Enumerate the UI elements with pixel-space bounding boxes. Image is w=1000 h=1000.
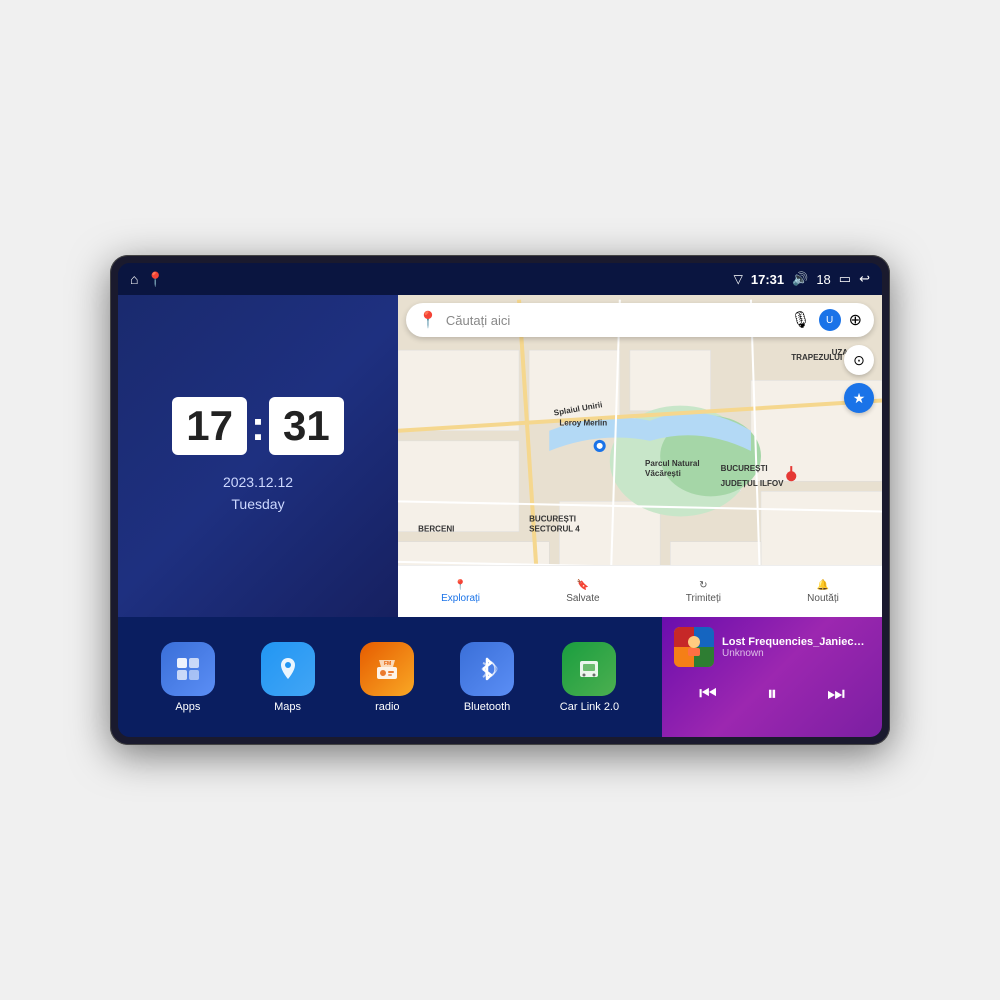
radio-icon: FM: [360, 642, 414, 696]
app-item-radio[interactable]: FM radio: [360, 642, 414, 713]
app-label-maps: Maps: [274, 701, 301, 713]
nav-item-send[interactable]: ↻ Trimiteți: [686, 580, 721, 604]
music-controls: ⏮ ⏸ ⏭: [674, 679, 870, 710]
explore-icon: 📍: [454, 580, 466, 591]
map-pin-icon: 📍: [418, 310, 438, 330]
music-thumbnail: [674, 627, 714, 667]
day-value: Tuesday: [223, 493, 293, 515]
nav-label-saved: Salvate: [566, 593, 599, 604]
music-artist: Unknown: [722, 648, 870, 659]
carlink-icon: [562, 642, 616, 696]
search-placeholder: Căutați aici: [446, 313, 782, 328]
maps-icon: [261, 642, 315, 696]
volume-level: 18: [816, 272, 830, 287]
app-item-carlink[interactable]: Car Link 2.0: [560, 642, 619, 713]
svg-text:Parcul Natural: Parcul Natural: [645, 459, 700, 468]
music-top: Lost Frequencies_Janieck Devy-... Unknow…: [674, 627, 870, 667]
layer-icon[interactable]: ⊕: [849, 310, 862, 330]
svg-text:Văcărești: Văcărești: [645, 469, 681, 478]
top-section: 17 : 31 2023.12.12 Tuesday: [118, 295, 882, 617]
apps-icon: [161, 642, 215, 696]
apps-panel: Apps Maps: [118, 617, 662, 737]
time-display: 17:31: [751, 272, 784, 287]
svg-text:FM: FM: [384, 661, 391, 667]
clock-minutes: 31: [269, 397, 344, 455]
maps-status-icon[interactable]: 📍: [146, 271, 163, 288]
avatar-icon[interactable]: U: [819, 309, 841, 331]
app-item-apps[interactable]: Apps: [161, 642, 215, 713]
music-title: Lost Frequencies_Janieck Devy-...: [722, 636, 870, 648]
nav-item-news[interactable]: 🔔 Noutăți: [807, 580, 839, 604]
prev-button[interactable]: ⏮: [691, 679, 725, 710]
main-content: 17 : 31 2023.12.12 Tuesday: [118, 295, 882, 737]
saved-icon: 🔖: [577, 580, 589, 591]
bottom-section: Apps Maps: [118, 617, 882, 737]
map-search-bar[interactable]: 📍 Căutați aici 🎙 U ⊕: [406, 303, 874, 337]
mic-icon[interactable]: 🎙: [790, 310, 810, 330]
app-item-bluetooth[interactable]: Bluetooth: [460, 642, 514, 713]
clock-hours: 17: [172, 397, 247, 455]
map-panel[interactable]: BUCUREȘTI JUDEȚUL ILFOV TRAPEZULUI BERCE…: [398, 295, 882, 617]
clock-panel: 17 : 31 2023.12.12 Tuesday: [118, 295, 398, 617]
svg-text:JUDEȚUL ILFOV: JUDEȚUL ILFOV: [721, 479, 785, 488]
device-screen: ⌂ 📍 ▽ 17:31 🔊 18 ▭ ↩ 17 :: [118, 263, 882, 737]
news-icon: 🔔: [817, 580, 829, 591]
next-button[interactable]: ⏭: [819, 679, 853, 710]
app-label-carlink: Car Link 2.0: [560, 701, 619, 713]
nav-label-explore: Explorați: [441, 593, 480, 604]
date-value: 2023.12.12: [223, 471, 293, 493]
device-frame: ⌂ 📍 ▽ 17:31 🔊 18 ▭ ↩ 17 :: [110, 255, 890, 745]
navigate-button[interactable]: ★: [844, 383, 874, 413]
date-display: 2023.12.12 Tuesday: [223, 471, 293, 516]
play-pause-button[interactable]: ⏸: [759, 679, 785, 710]
app-label-radio: radio: [375, 701, 399, 713]
app-label-apps: Apps: [175, 701, 200, 713]
signal-icon: ▽: [734, 272, 743, 286]
app-label-bluetooth: Bluetooth: [464, 701, 510, 713]
clock-display: 17 : 31: [172, 397, 343, 455]
status-right-info: ▽ 17:31 🔊 18 ▭ ↩: [734, 271, 870, 287]
map-right-buttons: ⊙ ★: [844, 345, 874, 413]
music-panel: Lost Frequencies_Janieck Devy-... Unknow…: [662, 617, 882, 737]
map-nav-bar: 📍 Explorați 🔖 Salvate ↻ Trimiteți 🔔: [398, 565, 882, 617]
location-button[interactable]: ⊙: [844, 345, 874, 375]
app-item-maps[interactable]: Maps: [261, 642, 315, 713]
nav-label-news: Noutăți: [807, 593, 839, 604]
svg-text:BERCENI: BERCENI: [418, 525, 454, 534]
nav-item-explore[interactable]: 📍 Explorați: [441, 580, 480, 604]
svg-text:BUCUREȘTI: BUCUREȘTI: [529, 515, 576, 524]
nav-label-send: Trimiteți: [686, 593, 721, 604]
status-left-icons: ⌂ 📍: [130, 271, 164, 288]
clock-colon: :: [251, 402, 265, 450]
send-icon: ↻: [699, 580, 707, 591]
svg-text:Leroy Merlin: Leroy Merlin: [559, 419, 607, 428]
battery-icon: ▭: [839, 271, 851, 287]
music-info: Lost Frequencies_Janieck Devy-... Unknow…: [722, 636, 870, 659]
svg-text:SECTORUL 4: SECTORUL 4: [529, 525, 580, 534]
home-icon[interactable]: ⌂: [130, 271, 138, 287]
nav-item-saved[interactable]: 🔖 Salvate: [566, 580, 599, 604]
status-bar: ⌂ 📍 ▽ 17:31 🔊 18 ▭ ↩: [118, 263, 882, 295]
svg-text:BUCUREȘTI: BUCUREȘTI: [721, 464, 768, 473]
back-icon[interactable]: ↩: [859, 271, 870, 287]
volume-icon: 🔊: [792, 271, 808, 287]
bluetooth-icon: [460, 642, 514, 696]
